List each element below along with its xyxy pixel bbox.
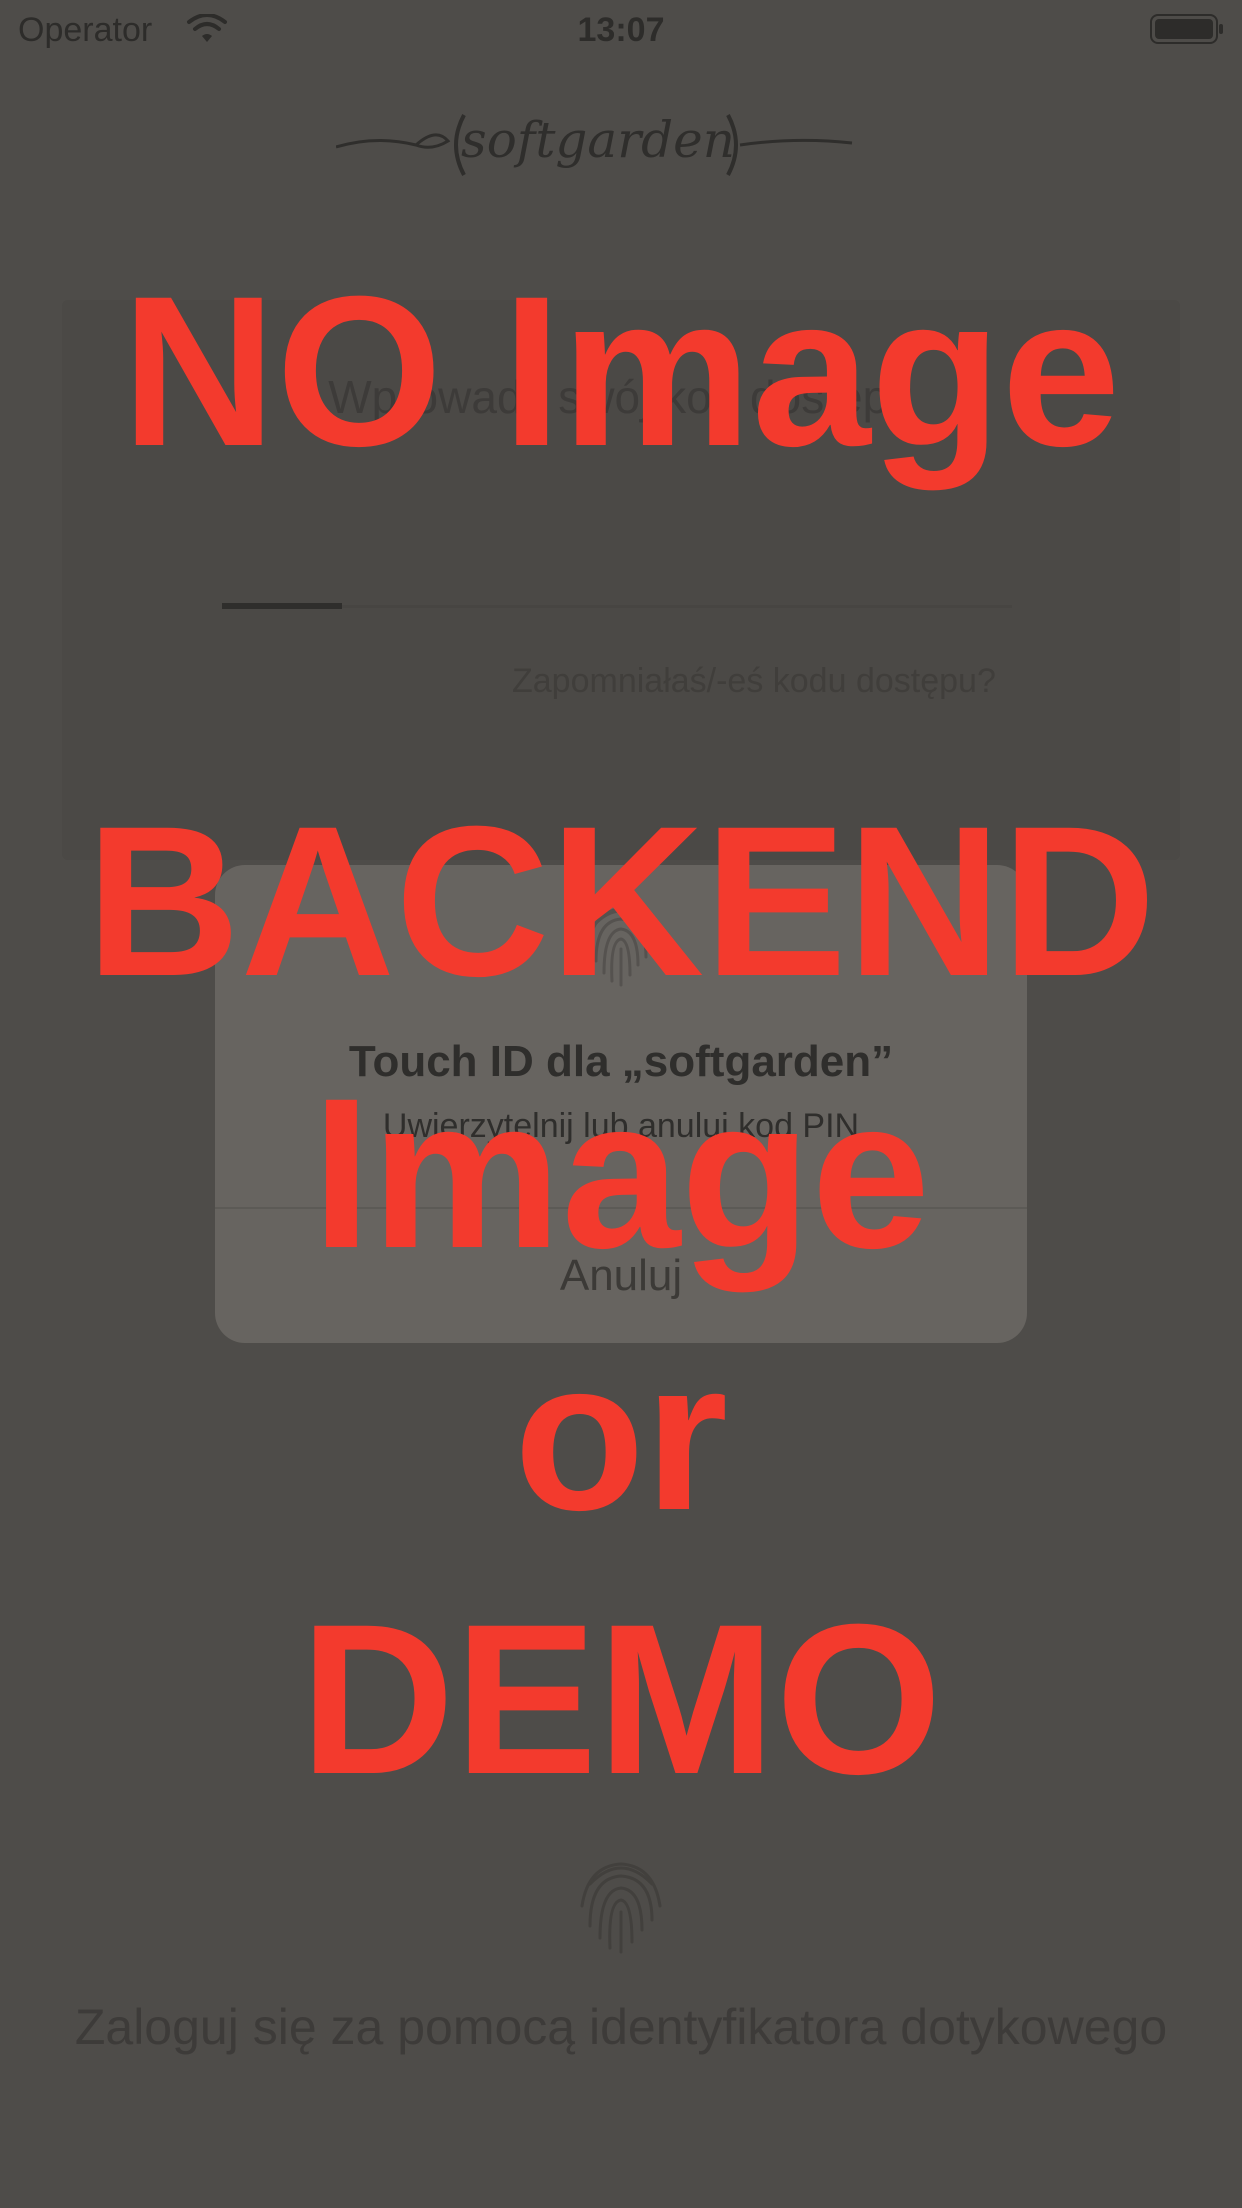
pin-title: Wprowadź swój kod dostępu (328, 371, 914, 423)
battery-icon (1150, 14, 1223, 44)
logo-text: softgarden (461, 111, 735, 169)
fingerprint-icon[interactable] (568, 1850, 674, 1956)
watermark-line: or (514, 1316, 728, 1555)
softgarden-logo: softgarden (336, 111, 853, 176)
forgot-pin-link[interactable]: Zapomniałaś/-eś kodu dostępu? (512, 662, 996, 701)
watermark-line: DEMO (300, 1580, 942, 1819)
fingerprint-icon (586, 907, 656, 987)
alert-message: Uwierzytelnij lub anuluj kod PIN (382, 1107, 860, 1145)
clock: 13:07 (577, 11, 665, 49)
pin-input-progress (222, 603, 342, 609)
alert-title: Touch ID dla „softgarden” (348, 1037, 894, 1086)
touch-id-alert: Touch ID dla „softgarden” Uwierzytelnij … (215, 865, 1027, 1343)
cancel-button[interactable]: Anuluj (215, 1209, 1027, 1343)
touch-id-login-label[interactable]: Zaloguj się za pomocą identyfikatora dot… (0, 1998, 1242, 2056)
status-bar: Operator 13:07 (0, 0, 1242, 60)
